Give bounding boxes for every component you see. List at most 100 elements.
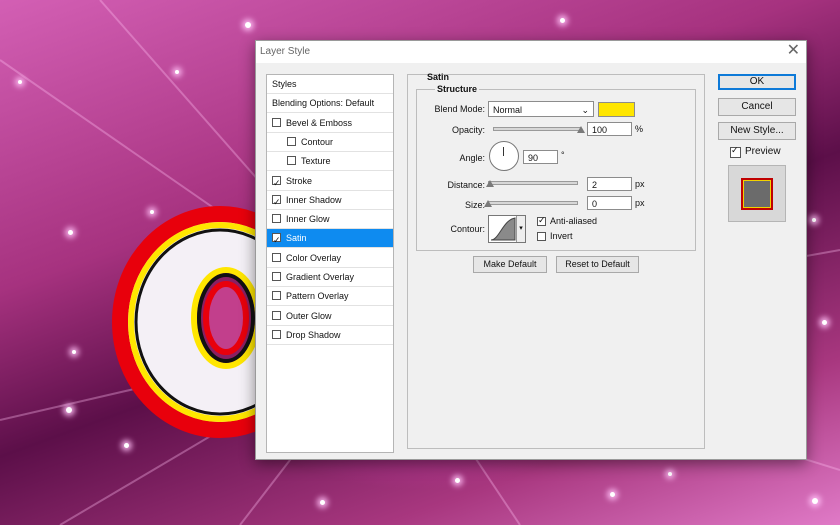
sparkle [455,478,460,483]
style-item-label: Stroke [286,175,313,186]
sparkle [245,22,251,28]
style-item-label: Drop Shadow [286,329,341,340]
style-item-outer-glow[interactable]: Outer Glow [267,307,393,326]
sparkle [812,218,816,222]
style-item-label: Gradient Overlay [286,272,355,282]
preview-checkbox[interactable] [730,145,741,158]
sparkle [668,472,672,476]
style-item-gradient-overlay[interactable]: Gradient Overlay [267,268,393,287]
style-item-label: Bevel & Emboss [286,117,353,128]
style-item-blending-options-default[interactable]: Blending Options: Default [267,94,393,114]
style-item-label: Color Overlay [286,252,342,263]
contour-label: Contour: [450,224,485,234]
sparkle [610,492,615,497]
style-item-checkbox[interactable] [272,193,281,212]
size-slider-thumb[interactable] [484,200,492,207]
ok-button[interactable]: OK [718,74,796,90]
style-item-inner-glow[interactable]: Inner Glow [267,210,393,230]
dialog-titlebar[interactable]: Layer Style ✕ [256,41,806,63]
anti-aliased-checkbox[interactable] [537,215,546,226]
reset-to-default-button[interactable]: Reset to Default [556,256,639,273]
style-item-checkbox[interactable] [287,156,296,166]
style-item-checkbox[interactable] [272,272,281,281]
sparkle [175,70,179,74]
style-item-label: Satin [286,233,307,244]
style-preview-swatch [741,178,773,210]
blend-mode-value: Normal [493,105,523,115]
style-item-checkbox[interactable] [272,310,281,320]
opacity-slider-thumb[interactable] [577,126,585,133]
style-item-label: Texture [301,156,331,167]
sparkle [18,80,22,84]
size-input[interactable]: 0 [587,196,632,210]
style-item-pattern-overlay[interactable]: Pattern Overlay [267,287,393,307]
invert-label: Invert [550,231,573,241]
new-style-button[interactable]: New Style... [718,122,796,140]
style-item-satin[interactable]: Satin [267,229,393,250]
style-item-drop-shadow[interactable]: Drop Shadow [267,326,393,345]
sparkle [124,443,129,448]
style-item-stroke[interactable]: Stroke [267,172,393,193]
sparkle [72,350,76,354]
opacity-input[interactable]: 100 [587,122,632,136]
contour-curve-icon [490,217,516,241]
invert-checkbox[interactable] [537,232,546,241]
distance-unit: px [635,179,645,189]
angle-dial-needle [503,147,504,156]
style-item-label: Inner Shadow [286,194,342,205]
style-item-label: Contour [301,136,334,147]
sparkle [68,230,73,235]
style-item-checkbox[interactable] [287,136,296,146]
sparkle [560,18,565,23]
size-unit: px [635,198,645,208]
style-item-contour[interactable]: Contour [267,133,393,152]
style-item-styles[interactable]: Styles [267,75,393,94]
angle-label: Angle: [459,153,485,163]
angle-unit: ° [561,150,565,160]
preview-label: Preview [745,146,781,157]
style-item-checkbox[interactable] [272,291,281,301]
style-item-checkbox[interactable] [272,117,281,127]
distance-slider[interactable] [488,181,578,185]
sparkle [812,498,818,504]
style-item-label: Outer Glow [286,310,332,321]
opacity-unit: % [635,124,644,134]
size-slider[interactable] [488,201,578,205]
style-item-label: Styles [272,79,297,89]
style-item-checkbox[interactable] [272,214,281,224]
sparkle [320,500,325,505]
chevron-down-icon: ⌄ [581,105,589,115]
style-item-label: Blending Options: Default [272,98,375,109]
contour-picker[interactable]: ▾ [488,215,526,243]
distance-label: Distance: [447,180,485,190]
distance-input[interactable]: 2 [587,177,632,191]
blend-mode-select[interactable]: Normal ⌄ [488,101,594,117]
style-item-label: Pattern Overlay [286,291,349,302]
style-item-checkbox[interactable] [272,329,281,339]
chevron-down-icon[interactable]: ▾ [516,216,525,242]
size-label: Size: [464,200,485,210]
sparkle [150,210,154,214]
satin-color-swatch[interactable] [598,102,635,117]
style-item-texture[interactable]: Texture [267,152,393,172]
opacity-slider[interactable] [493,127,581,131]
make-default-button[interactable]: Make Default [473,256,547,273]
anti-aliased-label: Anti-aliased [550,216,598,226]
distance-slider-thumb[interactable] [485,180,494,187]
cancel-button[interactable]: Cancel [718,98,796,116]
layer-style-dialog: Layer Style ✕ Styles Blending Options: De… [255,40,807,460]
sparkle [822,320,827,325]
angle-dial[interactable] [489,141,519,171]
close-icon[interactable]: ✕ [787,42,800,60]
style-item-bevel-emboss[interactable]: Bevel & Emboss [267,114,393,133]
sparkle [66,407,72,413]
style-preview-thumbnail [728,165,786,222]
style-item-checkbox[interactable] [272,231,281,250]
style-item-checkbox[interactable] [272,252,281,262]
angle-input[interactable]: 90 [523,150,558,164]
style-item-color-overlay[interactable]: Color Overlay [267,249,393,268]
style-item-inner-shadow[interactable]: Inner Shadow [267,191,393,212]
blend-mode-label: Blend Mode: [434,104,485,114]
style-item-checkbox[interactable] [272,174,281,193]
satin-section-title: Satin [427,72,450,82]
